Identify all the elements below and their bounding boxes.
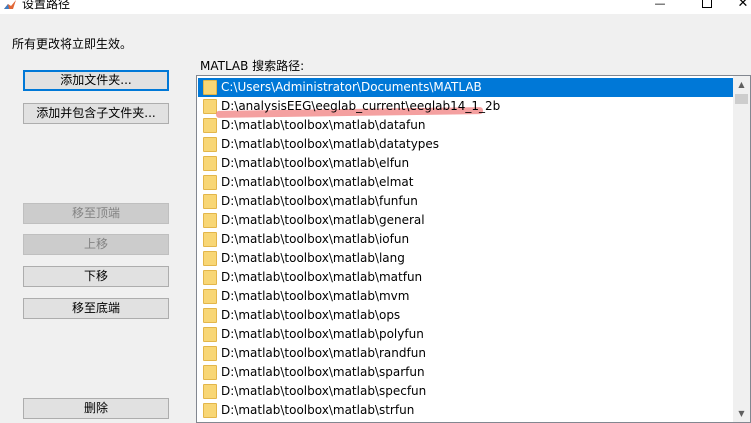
path-list-item[interactable]: D:\matlab\toolbox\matlab\datatypes <box>198 135 733 154</box>
vertical-scrollbar[interactable]: ▲ ▼ <box>733 76 750 422</box>
folder-icon <box>203 365 217 380</box>
scroll-down-arrow-icon[interactable]: ▼ <box>733 405 750 422</box>
close-button[interactable]: ✕ <box>731 0 751 14</box>
scrollbar-thumb[interactable] <box>735 94 748 104</box>
path-text: D:\matlab\toolbox\matlab\mvm <box>221 289 410 303</box>
add-with-subfolders-button[interactable]: 添加并包含子文件夹... <box>23 103 169 124</box>
folder-icon <box>203 270 217 285</box>
move-up-button[interactable]: 上移 <box>23 234 169 255</box>
path-list-item[interactable]: D:\matlab\toolbox\matlab\elfun <box>198 154 733 173</box>
matlab-logo-icon <box>4 0 16 9</box>
remove-button[interactable]: 删除 <box>23 398 169 419</box>
window-title: 设置路径 <box>22 0 71 11</box>
search-path-list[interactable]: D:\matlab\toolbox\matlab\strfun D:\matlab… <box>196 75 751 423</box>
folder-icon <box>203 308 217 323</box>
path-text: D:\matlab\toolbox\matlab\ops <box>221 308 401 322</box>
folder-icon <box>203 384 217 399</box>
path-list-item[interactable]: D:\matlab\toolbox\matlab\general <box>198 211 733 230</box>
folder-icon <box>203 156 217 171</box>
folder-icon <box>203 194 217 209</box>
path-text: D:\matlab\toolbox\matlab\strfun <box>221 403 415 417</box>
path-text: D:\matlab\toolbox\matlab\specfun <box>221 384 427 398</box>
folder-icon <box>203 175 217 190</box>
path-text: D:\matlab\toolbox\matlab\iofun <box>221 232 410 246</box>
path-list-item[interactable]: D:\analysisEEG\eeglab_current\eeglab14_1… <box>198 97 733 118</box>
path-list-item[interactable]: D:\matlab\toolbox\matlab\elmat <box>198 173 733 192</box>
folder-icon <box>203 99 217 114</box>
path-text: D:\matlab\toolbox\matlab\funfun <box>221 194 418 208</box>
path-list-item[interactable]: D:\matlab\toolbox\matlab\funfun <box>198 192 733 211</box>
path-text: D:\matlab\toolbox\matlab\elmat <box>221 175 414 189</box>
move-down-button[interactable]: 下移 <box>23 266 169 287</box>
folder-icon <box>203 327 217 342</box>
path-text: D:\matlab\toolbox\matlab\general <box>221 213 425 227</box>
path-list-item[interactable]: D:\matlab\toolbox\matlab\randfun <box>198 344 733 363</box>
path-list-item[interactable]: D:\matlab\toolbox\matlab\iofun <box>198 230 733 249</box>
path-text: D:\matlab\toolbox\matlab\datatypes <box>221 137 440 151</box>
minimize-button[interactable]: — <box>648 0 672 14</box>
path-list-item[interactable]: D:\matlab\toolbox\matlab\mvm <box>198 287 733 306</box>
title-bar: 设置路径 — ✕ <box>0 0 751 14</box>
path-list-item[interactable]: D:\matlab\toolbox\matlab\matfun <box>198 268 733 287</box>
folder-icon <box>203 232 217 247</box>
folder-icon <box>203 251 217 266</box>
folder-icon <box>203 403 217 418</box>
notice-text: 所有更改将立即生效。 <box>12 37 133 51</box>
path-list-item[interactable]: C:\Users\Administrator\Documents\MATLAB <box>198 78 733 97</box>
path-list-item[interactable]: D:\matlab\toolbox\matlab\lang <box>198 249 733 268</box>
path-text: D:\matlab\toolbox\matlab\datafun <box>221 118 426 132</box>
folder-icon <box>203 118 217 133</box>
folder-icon <box>203 137 217 152</box>
path-text: D:\matlab\toolbox\matlab\randfun <box>221 346 426 360</box>
path-text: D:\matlab\toolbox\matlab\sparfun <box>221 365 425 379</box>
path-text: C:\Users\Administrator\Documents\MATLAB <box>221 80 482 94</box>
path-text: D:\matlab\toolbox\matlab\elfun <box>221 156 410 170</box>
folder-icon <box>203 346 217 361</box>
folder-icon <box>203 289 217 304</box>
maximize-button[interactable] <box>695 0 719 14</box>
maximize-icon <box>702 0 712 8</box>
scroll-up-arrow-icon[interactable]: ▲ <box>733 76 750 93</box>
path-list-item[interactable]: D:\matlab\toolbox\matlab\datafun <box>198 116 733 135</box>
path-list-item[interactable]: D:\matlab\toolbox\matlab\polyfun <box>198 325 733 344</box>
path-list-item[interactable]: D:\matlab\toolbox\matlab\ops <box>198 306 733 325</box>
path-list-item[interactable]: D:\matlab\toolbox\matlab\specfun <box>198 382 733 401</box>
folder-icon <box>203 213 217 228</box>
path-list-item[interactable]: D:\matlab\toolbox\matlab\sparfun <box>198 363 733 382</box>
folder-icon <box>203 80 217 95</box>
path-list-item[interactable]: D:\matlab\toolbox\matlab\strfun <box>198 401 733 420</box>
path-list-label: MATLAB 搜索路径: <box>200 59 305 73</box>
path-text: D:\analysisEEG\eeglab_current\eeglab14_1… <box>221 99 501 113</box>
path-text: D:\matlab\toolbox\matlab\polyfun <box>221 327 424 341</box>
path-text: D:\matlab\toolbox\matlab\matfun <box>221 270 423 284</box>
path-text: D:\matlab\toolbox\matlab\lang <box>221 251 405 265</box>
move-to-top-button[interactable]: 移至顶端 <box>23 203 169 224</box>
move-to-bottom-button[interactable]: 移至底端 <box>23 298 169 319</box>
add-folder-button[interactable]: 添加文件夹... <box>23 70 169 91</box>
